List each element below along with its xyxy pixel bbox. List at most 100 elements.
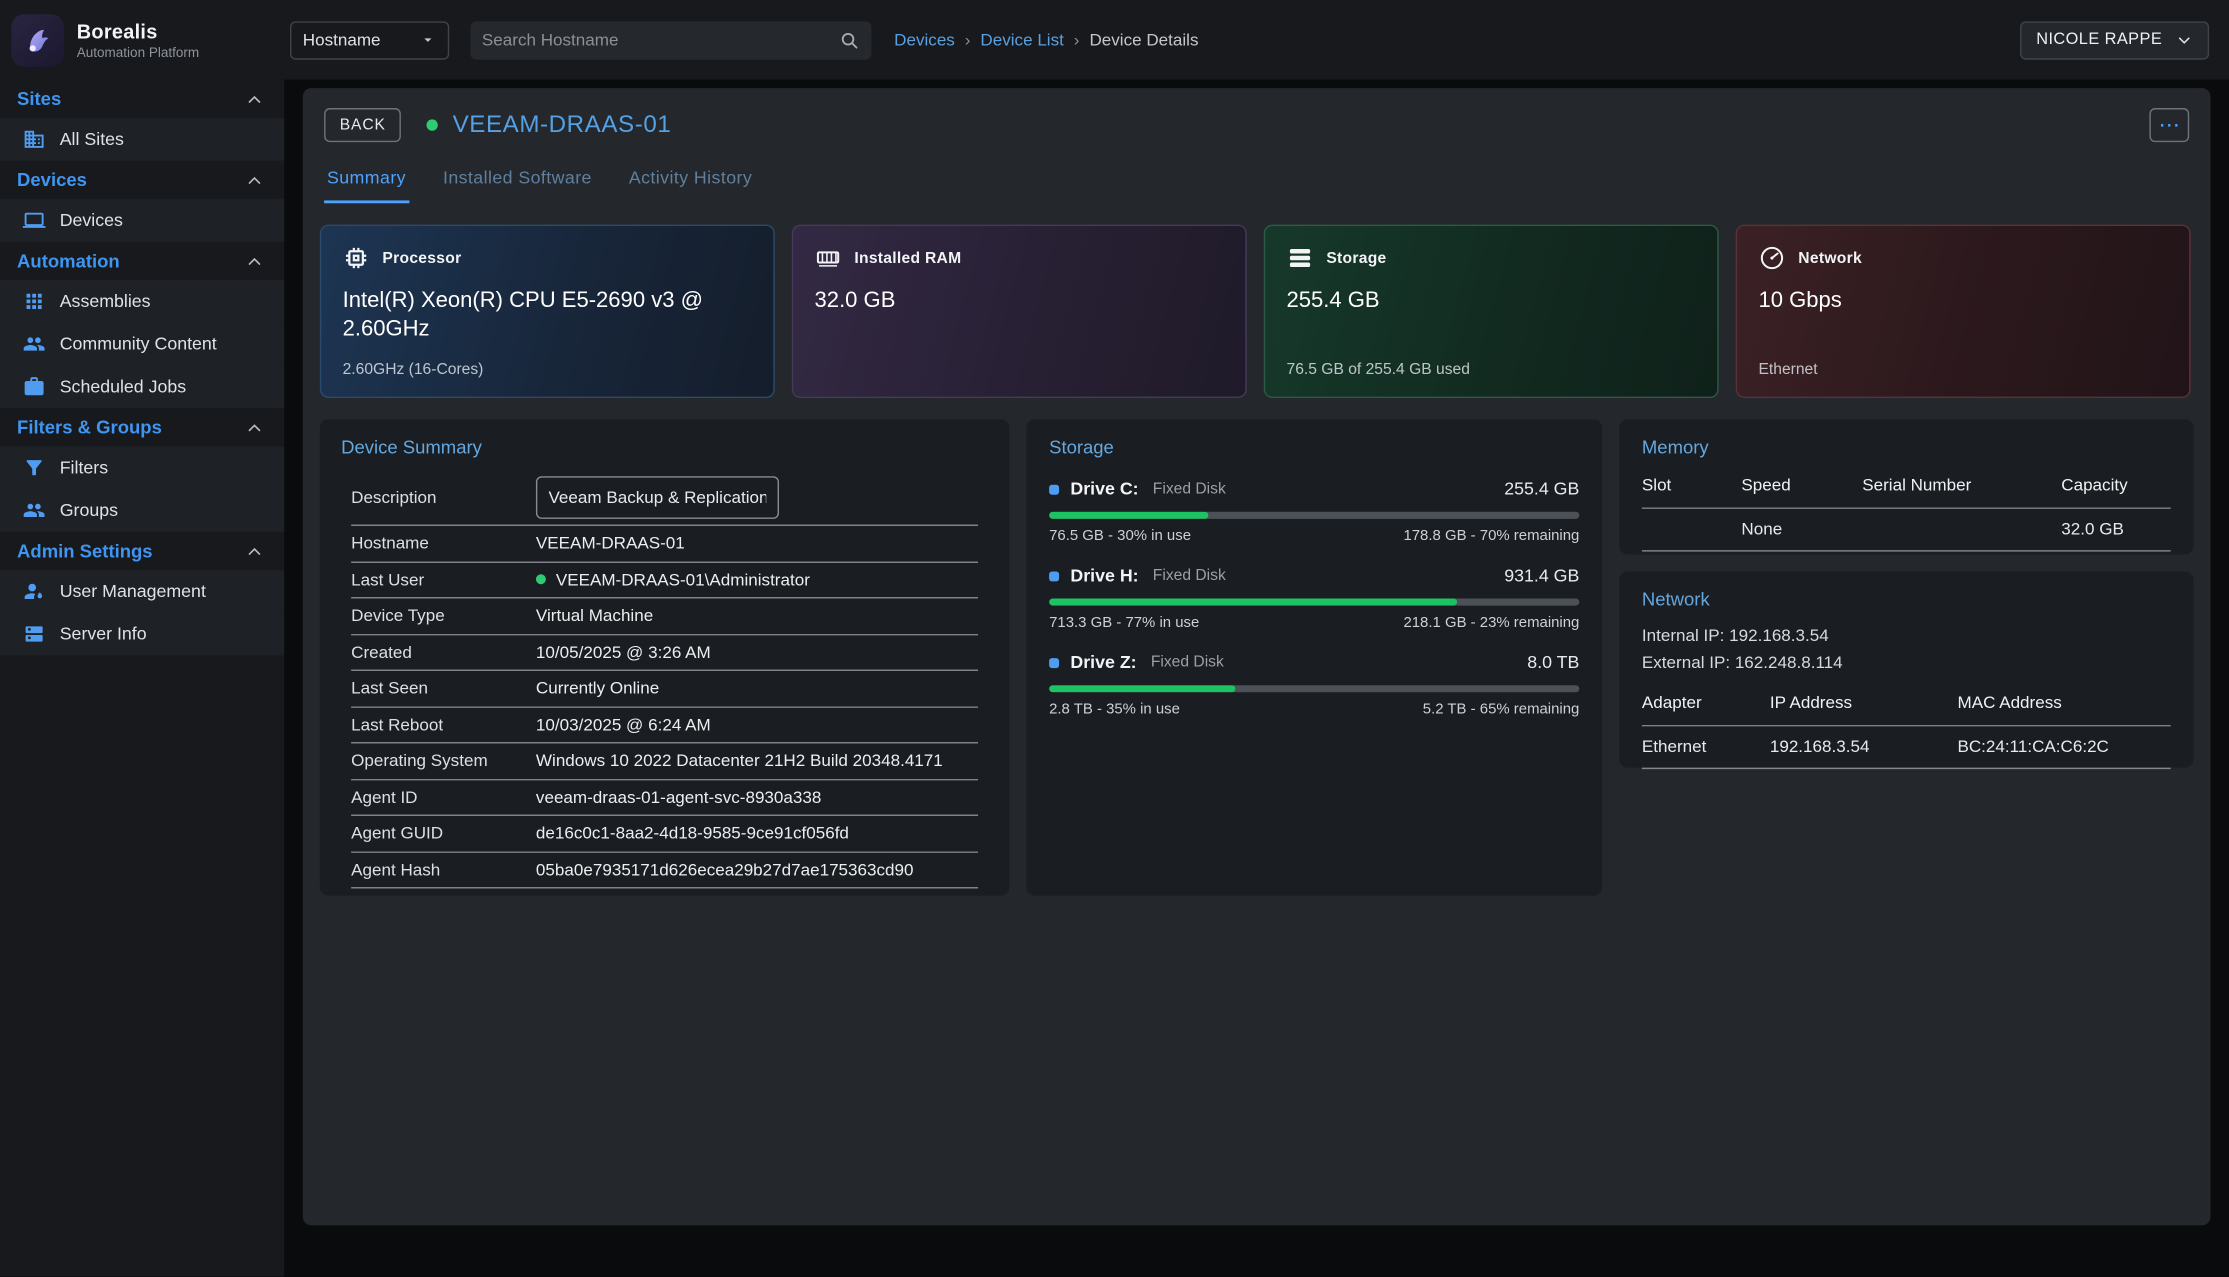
breadcrumb-devices[interactable]: Devices bbox=[894, 30, 955, 50]
tab-installed-software[interactable]: Installed Software bbox=[440, 162, 595, 203]
drive-usage-fill bbox=[1049, 512, 1208, 519]
app-viewport: Borealis Automation Platform Hostname De… bbox=[0, 0, 2229, 1277]
drive-z-block: Drive Z: Fixed Disk 8.0 TB 2.8 TB - 35% … bbox=[1049, 652, 1579, 717]
row-label: Created bbox=[351, 642, 536, 662]
network-adapter: Ethernet bbox=[1642, 737, 1770, 757]
row-label: Agent ID bbox=[351, 787, 536, 807]
network-card: Network 10 Gbps Ethernet bbox=[1736, 225, 2191, 398]
device-tabs: Summary Installed Software Activity Hist… bbox=[324, 162, 2193, 205]
sidebar-item-devices[interactable]: Devices bbox=[0, 199, 284, 242]
breadcrumb-separator-icon: › bbox=[1074, 30, 1080, 50]
sidebar-item-groups[interactable]: Groups bbox=[0, 489, 284, 532]
drive-icon bbox=[1049, 571, 1059, 581]
section-label-filters-groups: Filters & Groups bbox=[17, 417, 162, 438]
chevron-down-icon bbox=[2175, 31, 2193, 49]
memory-slot bbox=[1642, 519, 1742, 539]
row-value: VEEAM-DRAAS-01\Administrator bbox=[556, 570, 810, 590]
search-icon[interactable] bbox=[839, 29, 860, 50]
row-label: Agent GUID bbox=[351, 823, 536, 843]
memory-speed: None bbox=[1741, 519, 1862, 539]
row-label: Last Reboot bbox=[351, 715, 536, 735]
device-summary-card: Device Summary Description Hostname VEEA… bbox=[320, 419, 1009, 895]
sidebar-section-filters-groups[interactable]: Filters & Groups bbox=[0, 408, 284, 446]
sidebar-section-automation[interactable]: Automation bbox=[0, 242, 284, 280]
network-header-mac: MAC Address bbox=[1957, 693, 2170, 713]
description-input[interactable] bbox=[536, 476, 779, 519]
sidebar-item-filters[interactable]: Filters bbox=[0, 446, 284, 489]
sidebar-item-all-sites[interactable]: All Sites bbox=[0, 118, 284, 161]
search-input[interactable] bbox=[482, 30, 839, 50]
breadcrumb: Devices › Device List › Device Details bbox=[894, 30, 1198, 50]
memory-header-capacity: Capacity bbox=[2061, 475, 2170, 495]
caret-down-icon bbox=[419, 31, 436, 48]
user-management-icon bbox=[23, 580, 46, 603]
external-ip: External IP: 162.248.8.114 bbox=[1642, 649, 2171, 675]
summary-row-agent-id: Agent ID veeam-draas-01-agent-svc-8930a3… bbox=[351, 780, 978, 816]
drive-type: Fixed Disk bbox=[1153, 480, 1226, 497]
sidebar-item-community-content[interactable]: Community Content bbox=[0, 323, 284, 366]
network-panel-title: Network bbox=[1642, 589, 2171, 610]
more-options-button[interactable]: ⋯ bbox=[2149, 108, 2189, 142]
storage-card: Storage 255.4 GB 76.5 GB of 255.4 GB use… bbox=[1264, 225, 1719, 398]
row-value: veeam-draas-01-agent-svc-8930a338 bbox=[536, 787, 821, 807]
sidebar-item-assemblies[interactable]: Assemblies bbox=[0, 280, 284, 323]
drive-name: Drive Z: bbox=[1070, 652, 1136, 672]
online-status-icon bbox=[427, 119, 438, 130]
internal-ip: Internal IP: 192.168.3.54 bbox=[1642, 623, 2171, 649]
drive-used-label: 713.3 GB - 77% in use bbox=[1049, 614, 1199, 631]
user-menu-button[interactable]: NICOLE RAPPE bbox=[2021, 21, 2210, 59]
brand-text: Borealis Automation Platform bbox=[77, 19, 199, 60]
hostname-filter-dropdown[interactable]: Hostname bbox=[290, 21, 449, 59]
summary-row-device-type: Device Type Virtual Machine bbox=[351, 598, 978, 634]
row-value: Virtual Machine bbox=[536, 606, 653, 626]
row-label: Operating System bbox=[351, 751, 536, 771]
sidebar-item-scheduled-jobs[interactable]: Scheduled Jobs bbox=[0, 365, 284, 408]
search-box[interactable] bbox=[471, 21, 872, 59]
hostname-filter-value: Hostname bbox=[303, 30, 381, 50]
user-menu-label: NICOLE RAPPE bbox=[2036, 31, 2162, 48]
memory-header-serial: Serial Number bbox=[1862, 475, 2061, 495]
sidebar-section-admin-settings[interactable]: Admin Settings bbox=[0, 532, 284, 570]
row-value: VEEAM-DRAAS-01 bbox=[536, 533, 685, 553]
summary-row-description: Description bbox=[351, 469, 978, 526]
drive-remaining-label: 218.1 GB - 23% remaining bbox=[1403, 614, 1579, 631]
right-column: Memory Slot Speed Serial Number Capacity… bbox=[1619, 419, 2193, 895]
drive-h-block: Drive H: Fixed Disk 931.4 GB 713.3 GB - … bbox=[1049, 566, 1579, 631]
network-value: 10 Gbps bbox=[1758, 287, 2156, 316]
assemblies-icon bbox=[23, 290, 46, 313]
back-button[interactable]: BACK bbox=[324, 108, 401, 142]
sidebar-item-label: Devices bbox=[60, 210, 123, 230]
borealis-logo bbox=[11, 14, 64, 67]
tab-summary[interactable]: Summary bbox=[324, 162, 409, 203]
drive-type: Fixed Disk bbox=[1153, 567, 1226, 584]
device-summary-table: Description Hostname VEEAM-DRAAS-01 Las bbox=[351, 469, 978, 888]
network-panel: Network Internal IP: 192.168.3.54 Extern… bbox=[1619, 571, 2193, 767]
chevron-up-icon bbox=[245, 170, 265, 190]
main-area: BACK VEEAM-DRAAS-01 ⋯ Summary Installed … bbox=[284, 80, 2229, 1277]
device-summary-title: Device Summary bbox=[320, 436, 1009, 457]
drive-size: 8.0 TB bbox=[1527, 652, 1579, 672]
row-label: Description bbox=[351, 487, 536, 507]
sidebar-item-user-management[interactable]: User Management bbox=[0, 570, 284, 613]
tab-activity-history[interactable]: Activity History bbox=[626, 162, 755, 203]
drive-usage-bar bbox=[1049, 685, 1579, 692]
network-ip: 192.168.3.54 bbox=[1770, 737, 1958, 757]
sidebar-item-label: Community Content bbox=[60, 334, 217, 354]
network-subtitle: Ethernet bbox=[1758, 361, 2167, 378]
stat-card-row: Processor Intel(R) Xeon(R) CPU E5-2690 v… bbox=[320, 225, 2194, 398]
installed-ram-card: Installed RAM 32.0 GB bbox=[792, 225, 1247, 398]
devices-icon bbox=[23, 209, 46, 232]
stat-label: Installed RAM bbox=[854, 249, 961, 266]
stat-label: Processor bbox=[382, 249, 461, 266]
sidebar-item-server-info[interactable]: Server Info bbox=[0, 613, 284, 656]
section-label-devices: Devices bbox=[17, 169, 87, 190]
summary-row-agent-guid: Agent GUID de16c0c1-8aa2-4d18-9585-9ce91… bbox=[351, 816, 978, 852]
breadcrumb-device-list[interactable]: Device List bbox=[980, 30, 1063, 50]
sidebar-section-devices[interactable]: Devices bbox=[0, 161, 284, 199]
drive-name: Drive H: bbox=[1070, 566, 1138, 586]
breadcrumb-current: Device Details bbox=[1089, 30, 1198, 50]
row-value: 10/03/2025 @ 6:24 AM bbox=[536, 715, 711, 735]
drive-c-block: Drive C: Fixed Disk 255.4 GB 76.5 GB - 3… bbox=[1049, 479, 1579, 544]
processor-subtitle: 2.60GHz (16-Cores) bbox=[343, 361, 752, 378]
sidebar-section-sites[interactable]: Sites bbox=[0, 80, 284, 118]
